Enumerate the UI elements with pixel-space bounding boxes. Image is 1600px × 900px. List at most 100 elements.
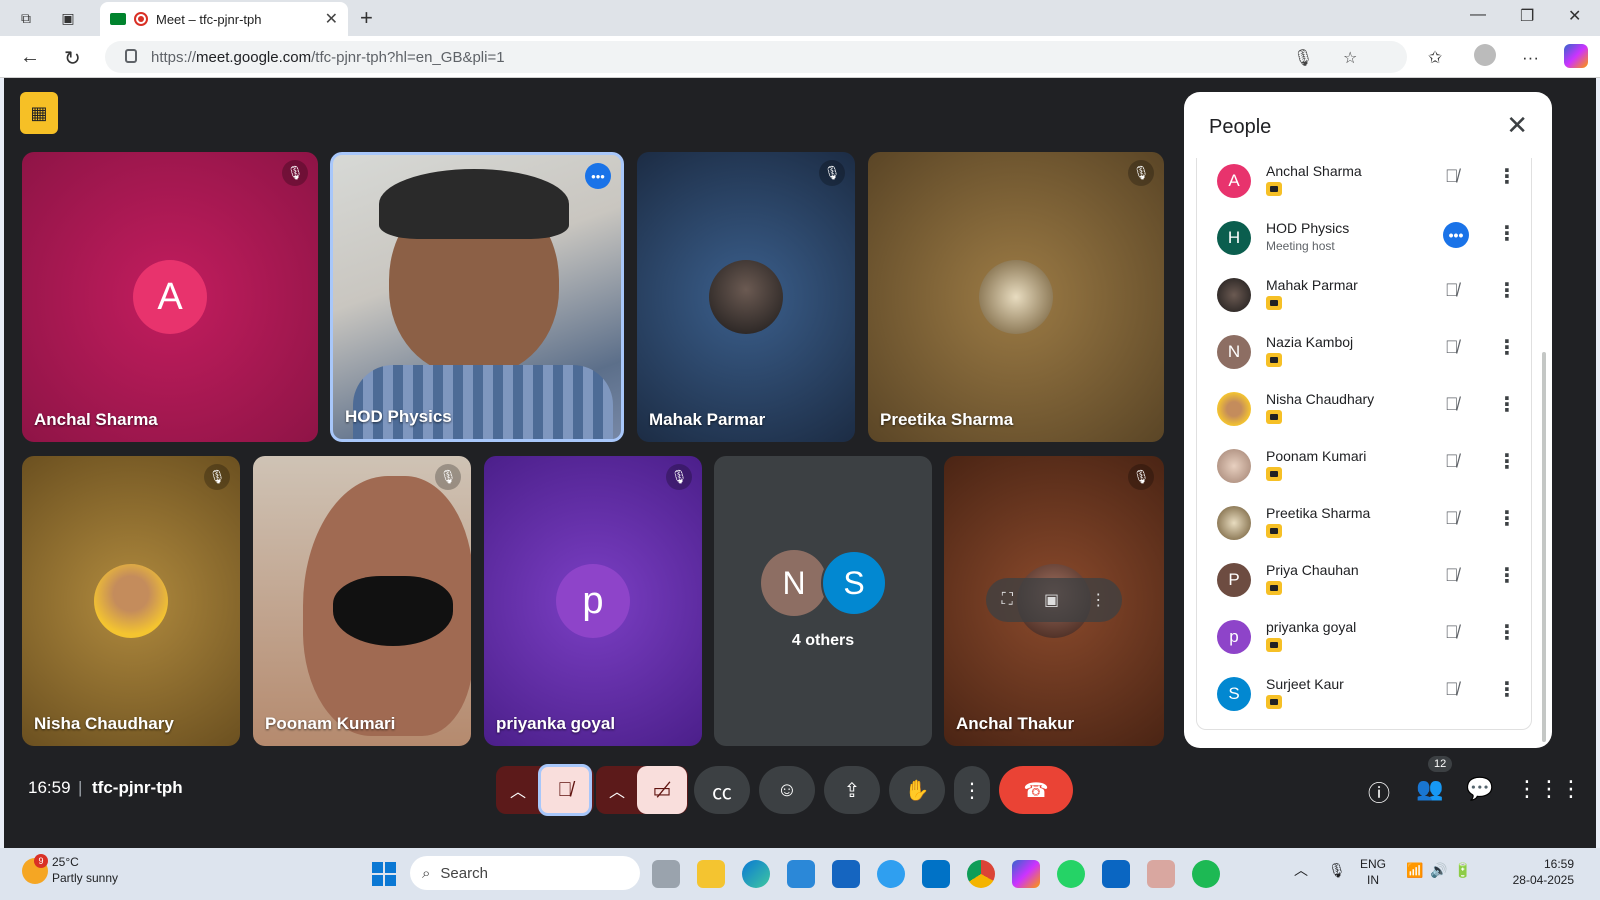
tile-name: Preetika Sharma — [880, 410, 1014, 429]
system-clock[interactable]: 16:59 28-04-2025 — [1488, 856, 1574, 888]
activities-icon[interactable]: ⋮⋮⋮ — [1516, 776, 1582, 802]
muted-mic-icon: 🎙̸ — [1445, 166, 1459, 186]
mic-tray-icon[interactable]: 🎙 — [1328, 862, 1346, 878]
more-options-icon[interactable]: ⋮ — [1497, 335, 1517, 360]
new-tab-button[interactable]: + — [360, 5, 373, 31]
back-icon[interactable]: ← — [20, 46, 40, 69]
video-options-chevron-icon[interactable]: ︿ — [597, 778, 637, 802]
more-options-icon[interactable]: ⋮ — [1497, 620, 1517, 645]
url-field[interactable]: https://meet.google.com/tfc-pjnr-tph?hl=… — [105, 41, 1407, 73]
avatar: p — [556, 564, 630, 638]
lock-icon — [125, 49, 137, 63]
more-options-icon[interactable]: ⋮ — [1497, 506, 1517, 531]
linkedin-icon[interactable] — [1102, 860, 1130, 888]
chat-icon[interactable]: 💬 — [1466, 776, 1493, 802]
more-options-icon[interactable]: ⋮ — [1497, 677, 1517, 702]
input-language[interactable]: ENG IN — [1360, 856, 1386, 888]
store-icon[interactable] — [787, 860, 815, 888]
reload-icon[interactable]: ↻ — [64, 46, 81, 71]
volume-icon[interactable]: 🔊 — [1430, 862, 1447, 878]
file-explorer-icon[interactable] — [697, 860, 725, 888]
participant-row[interactable]: Preetika Sharma 🎙̸ ⋮ — [1197, 500, 1533, 557]
spotify-icon[interactable] — [1192, 860, 1220, 888]
more-options-icon[interactable]: ⋮ — [1497, 392, 1517, 417]
participant-row[interactable]: p priyanka goyal 🎙̸ ⋮ — [1197, 614, 1533, 671]
participant-row[interactable]: H HOD Physics Meeting host ••• ⋮ — [1197, 215, 1533, 272]
more-options-icon[interactable]: ⋮ — [1497, 221, 1517, 246]
participant-row[interactable]: P Priya Chauhan 🎙̸ ⋮ — [1197, 557, 1533, 614]
favorite-star-icon[interactable]: ☆ — [1343, 48, 1357, 68]
whatsapp-icon[interactable] — [1057, 860, 1085, 888]
copilot-app-icon[interactable] — [1012, 860, 1040, 888]
participant-row[interactable]: A Anchal Sharma 🎙̸ ⋮ — [1197, 158, 1533, 215]
more-options-icon[interactable]: ⋮ — [1497, 278, 1517, 303]
start-button[interactable] — [372, 862, 396, 886]
participant-row[interactable]: Poonam Kumari 🎙̸ ⋮ — [1197, 443, 1533, 500]
more-options-icon[interactable]: ⋮ — [1497, 164, 1517, 189]
workspaces-icon[interactable]: ⧉ — [16, 8, 36, 28]
battery-icon[interactable]: 🔋 — [1454, 862, 1471, 878]
outlook-icon[interactable] — [922, 860, 950, 888]
favorites-icon[interactable]: ✩ — [1428, 48, 1442, 68]
participant-name: Nazia Kamboj — [1266, 334, 1354, 350]
tile-poonam-kumari[interactable]: 🎙 Poonam Kumari — [253, 456, 471, 746]
people-icon[interactable]: 👥 — [1416, 776, 1443, 802]
leave-call-button[interactable]: ☎ — [999, 766, 1073, 814]
profile-avatar[interactable] — [1474, 44, 1496, 66]
more-options-icon[interactable]: ⋮ — [1497, 563, 1517, 588]
maximize-icon[interactable]: ❐ — [1520, 6, 1534, 26]
tab-meet[interactable]: Meet – tfc-pjnr-tph ✕ — [100, 2, 348, 36]
tile-anchal-thakur[interactable]: 🎙 ⛶ ▣ ⋮ Anchal Thakur — [944, 456, 1164, 746]
mycbseguide-icon[interactable] — [832, 860, 860, 888]
participant-row[interactable]: Mahak Parmar 🎙̸ ⋮ — [1197, 272, 1533, 329]
show-hidden-icons[interactable]: ︿ — [1294, 862, 1308, 878]
microphone-toggle-button[interactable]: 🎙̸ — [538, 764, 592, 816]
participant-row[interactable]: Nisha Chaudhary 🎙̸ ⋮ — [1197, 386, 1533, 443]
muted-mic-icon: 🎙 — [1128, 160, 1154, 186]
participant-avatar — [1217, 278, 1251, 312]
more-menu-icon[interactable]: ··· — [1522, 48, 1539, 68]
copilot-icon[interactable] — [1564, 44, 1588, 68]
tile-nisha-chaudhary[interactable]: 🎙 Nisha Chaudhary — [22, 456, 240, 746]
chrome-icon[interactable] — [967, 860, 995, 888]
participant-row[interactable]: N Nazia Kamboj 🎙̸ ⋮ — [1197, 329, 1533, 386]
tile-preetika-sharma[interactable]: 🎙 Preetika Sharma — [868, 152, 1164, 442]
more-options-button[interactable]: ⋮ — [954, 766, 990, 814]
captions-button[interactable]: ㏄ — [694, 766, 750, 814]
tile-mahak-parmar[interactable]: 🎙 Mahak Parmar — [637, 152, 855, 442]
raise-hand-button[interactable]: ✋ — [889, 766, 945, 814]
help-icon[interactable] — [877, 860, 905, 888]
weather-widget[interactable]: 25°C Partly sunny — [52, 854, 118, 886]
task-view-icon[interactable] — [652, 860, 680, 888]
panel-scrollbar[interactable] — [1542, 352, 1546, 742]
meeting-info-icon[interactable]: ⓘ — [1368, 776, 1390, 808]
tile-priyanka-goyal[interactable]: 🎙 p priyanka goyal — [484, 456, 702, 746]
recording-status-icon[interactable]: ▦ — [20, 92, 58, 134]
tile-more-icon[interactable]: ⋮ — [1090, 590, 1106, 610]
reactions-button[interactable]: ☺ — [759, 766, 815, 814]
wifi-icon[interactable]: 📶 — [1406, 862, 1423, 878]
camera-toggle-button[interactable]: ▭̸ — [637, 766, 687, 814]
frame-icon[interactable]: ⛶ — [1002, 591, 1013, 609]
taskbar-search[interactable]: ⌕ Search — [410, 856, 640, 890]
participant-list: A Anchal Sharma 🎙̸ ⋮ H HOD Physics Meeti… — [1196, 158, 1532, 730]
participant-name: Poonam Kumari — [1266, 448, 1367, 464]
close-tab-icon[interactable]: ✕ — [325, 9, 338, 29]
participant-row[interactable]: S Surjeet Kaur 🎙̸ ⋮ — [1197, 671, 1533, 728]
close-icon[interactable]: ✕ — [1506, 110, 1528, 141]
muted-mic-icon: 🎙 — [204, 464, 230, 490]
microphone-icon[interactable]: 🎙 — [1293, 48, 1313, 68]
more-options-icon[interactable]: ⋮ — [1497, 449, 1517, 474]
tile-anchal-sharma[interactable]: 🎙 A Anchal Sharma — [22, 152, 318, 442]
photos-icon[interactable] — [1147, 860, 1175, 888]
pin-icon[interactable]: ▣ — [1044, 590, 1059, 610]
audio-options-chevron-icon[interactable]: ︿ — [498, 778, 538, 802]
tab-actions-icon[interactable]: ▣ — [58, 8, 78, 28]
present-button[interactable]: ⇪ — [824, 766, 880, 814]
minimize-icon[interactable]: — — [1470, 6, 1486, 24]
edge-icon[interactable] — [742, 860, 770, 888]
close-window-icon[interactable]: ✕ — [1568, 6, 1581, 26]
tile-others[interactable]: N S 4 others — [714, 456, 932, 746]
tile-hod-physics[interactable]: ••• HOD Physics — [330, 152, 624, 442]
muted-mic-icon: 🎙̸ — [1445, 280, 1459, 300]
